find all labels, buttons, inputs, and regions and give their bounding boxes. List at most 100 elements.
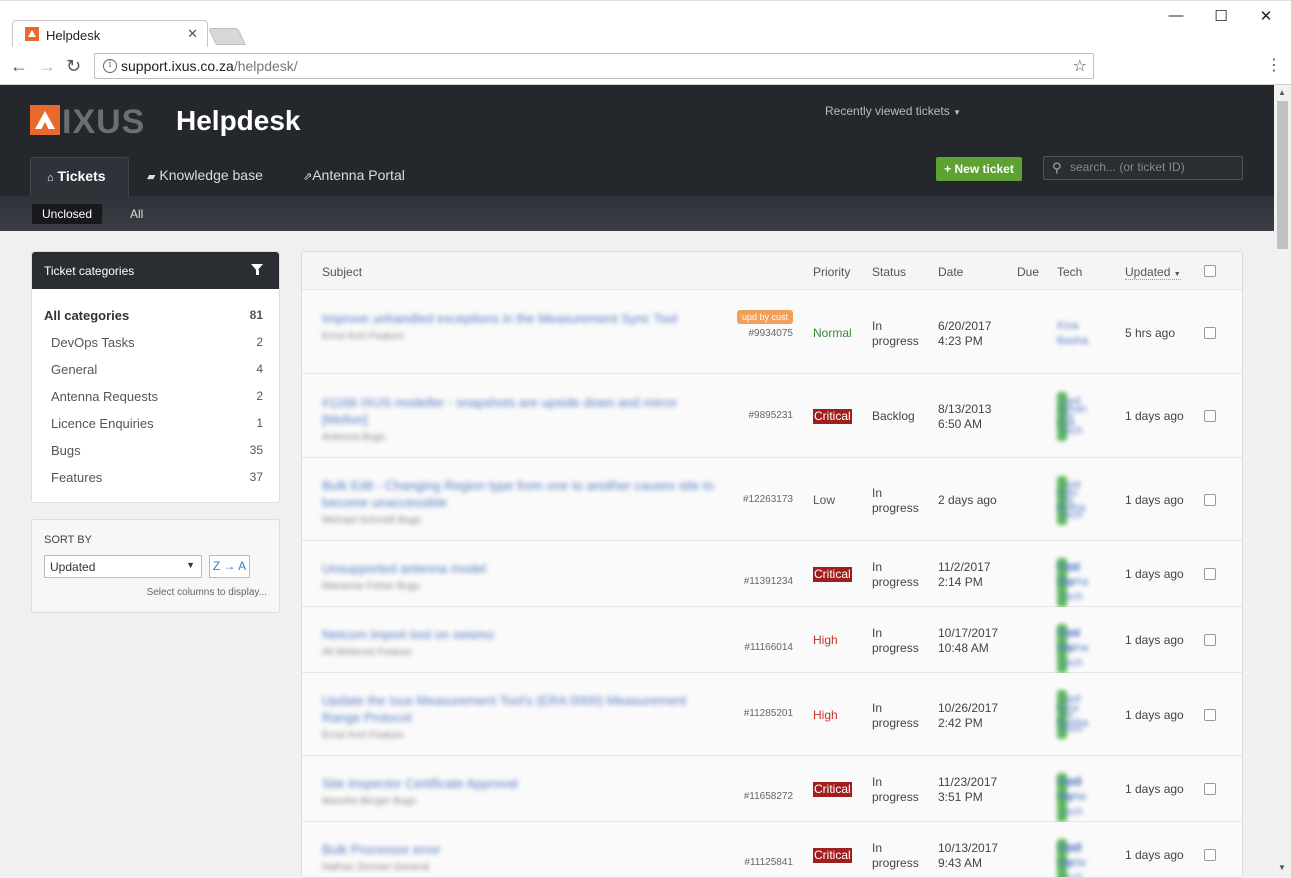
status-line: In [872, 319, 883, 333]
new-ticket-button[interactable]: + New ticket [936, 157, 1022, 181]
category-all[interactable]: All categories 81 [32, 303, 279, 330]
category-features[interactable]: Features 37 [32, 465, 279, 492]
ticket-subject[interactable]: Update the Ixus Measurement Tool's (ERA … [322, 692, 722, 744]
page-scrollbar[interactable]: ▲ ▼ [1274, 85, 1291, 878]
tech-first: Kiva [1057, 561, 1079, 573]
status-line: Backlog [872, 409, 915, 423]
ticket-status: In progress [872, 841, 919, 871]
sort-by-select[interactable]: Updated ▼ [44, 555, 202, 578]
column-priority[interactable]: Priority [813, 265, 850, 279]
tab-tickets[interactable]: ⌂ Tickets [30, 157, 129, 196]
ticket-subject[interactable]: Site Inspector Certificate Approval Moesh… [322, 775, 722, 810]
scroll-down-arrow-icon[interactable]: ▼ [1278, 863, 1286, 872]
category-count: 37 [249, 470, 263, 484]
time-line: 6:50 AM [938, 417, 983, 431]
filter-unclosed[interactable]: Unclosed [32, 204, 103, 224]
ticket-id: #9895231 [748, 410, 794, 421]
status-line: progress [872, 641, 919, 655]
bookmark-star-icon[interactable]: ☆ [1073, 56, 1087, 76]
row-checkbox[interactable] [1204, 327, 1216, 339]
ticket-tech[interactable]: Kiva Basha [1057, 701, 1088, 731]
row-checkbox[interactable] [1204, 410, 1216, 422]
close-tab-icon[interactable]: ✕ [187, 26, 198, 42]
tab-antenna-portal[interactable]: ⇗Antenna Portal [287, 157, 421, 196]
ticket-tech[interactable]: Johan Fell [1057, 402, 1087, 432]
filter-all[interactable]: All [120, 204, 153, 224]
tech-last: Basha [1057, 335, 1089, 347]
browser-menu-icon[interactable]: ⋮ [1266, 55, 1282, 75]
ticket-tech[interactable]: Heidi Hertie [1057, 841, 1086, 871]
sort-order-button[interactable]: Z → A [209, 555, 250, 578]
category-label: Features [51, 470, 103, 485]
table-row[interactable]: Improve unhandled exceptions in the Meas… [302, 290, 1242, 374]
category-antenna-requests[interactable]: Antenna Requests 2 [32, 384, 279, 411]
ticket-subject[interactable]: #1166 IXUS modeller - snapshots are upsi… [322, 394, 722, 446]
row-checkbox[interactable] [1204, 783, 1216, 795]
table-row[interactable]: Bulk Processor error Nathan Zimmer Genera… [302, 822, 1242, 877]
reload-icon[interactable]: ↻ [66, 56, 81, 77]
ticket-tech[interactable]: Ivan Botha [1057, 486, 1086, 516]
ticket-date: 11/2/2017 2:14 PM [938, 560, 991, 590]
new-tab-button[interactable] [208, 28, 246, 45]
ticket-tech[interactable]: Kiva Basha [1057, 319, 1088, 349]
category-devops-tasks[interactable]: DevOps Tasks 2 [32, 330, 279, 357]
scrollbar-thumb[interactable] [1277, 101, 1288, 249]
ticket-tech[interactable]: Kiva Basha [1057, 560, 1088, 590]
table-row[interactable]: Unsupported antenna model Marianne Fisher… [302, 541, 1242, 607]
column-tech[interactable]: Tech [1057, 265, 1082, 279]
row-checkbox[interactable] [1204, 709, 1216, 721]
ticket-subject[interactable]: Unsupported antenna model Marianne Fisher… [322, 560, 722, 595]
ticket-subject[interactable]: Bulk Processor error Nathan Zimmer Genera… [322, 841, 722, 876]
ticket-subject[interactable]: Netcom import tool on seismo Ali Wisbrost… [322, 626, 722, 661]
column-updated[interactable]: Updated ▼ [1125, 265, 1181, 280]
ticket-subject[interactable]: Improve unhandled exceptions in the Meas… [322, 310, 722, 345]
info-icon[interactable]: i [103, 59, 117, 73]
maximize-icon[interactable]: ☐ [1211, 7, 1231, 25]
select-all-checkbox[interactable] [1204, 265, 1216, 277]
category-list: All categories 81 DevOps Tasks 2 General 4 … [32, 289, 279, 502]
table-row[interactable]: Netcom import tool on seismo Ali Wisbrost… [302, 607, 1242, 673]
tab-knowledge-base[interactable]: ▰ Knowledge base [131, 157, 279, 196]
table-row[interactable]: Site Inspector Certificate Approval Moesh… [302, 756, 1242, 822]
category-label: Antenna Requests [51, 389, 158, 404]
time-line: 2:14 PM [938, 575, 983, 589]
row-checkbox[interactable] [1204, 568, 1216, 580]
back-arrow-icon[interactable]: ← [10, 56, 28, 77]
sort-by-label: SORT BY [44, 534, 92, 546]
ticket-tech[interactable]: Kiva Basha [1057, 626, 1088, 656]
column-status[interactable]: Status [872, 265, 906, 279]
row-checkbox[interactable] [1204, 849, 1216, 861]
status-line: progress [872, 575, 919, 589]
date-line: 8/13/2013 [938, 402, 992, 416]
tech-first: Kiva [1057, 320, 1079, 332]
ticket-date: 2 days ago [938, 493, 997, 508]
window-close-icon[interactable]: ✕ [1256, 7, 1276, 25]
column-date[interactable]: Date [938, 265, 963, 279]
table-row[interactable]: Update the Ixus Measurement Tool's (ERA … [302, 673, 1242, 756]
table-row[interactable]: Bulk Edit - Changing Region type from on… [302, 458, 1242, 541]
filter-icon[interactable] [251, 264, 263, 275]
ticket-subject[interactable]: Bulk Edit - Changing Region type from on… [322, 477, 722, 529]
time-line: 10:48 AM [938, 641, 989, 655]
row-checkbox[interactable] [1204, 494, 1216, 506]
column-due[interactable]: Due [1017, 265, 1039, 279]
ticket-meta: Antenna Bugs [322, 432, 385, 443]
browser-tab[interactable]: Helpdesk ✕ [12, 20, 208, 48]
forward-arrow-icon[interactable]: → [38, 56, 56, 77]
ticket-meta: Marianne Fisher Bugs [322, 581, 420, 592]
url-input[interactable]: i support.ixus.co.za/helpdesk/ ☆ [94, 53, 1094, 79]
minimize-icon[interactable]: — [1166, 7, 1186, 24]
category-licence-enquiries[interactable]: Licence Enquiries 1 [32, 411, 279, 438]
row-checkbox[interactable] [1204, 634, 1216, 646]
table-row[interactable]: #1166 IXUS modeller - snapshots are upsi… [302, 374, 1242, 458]
recently-viewed-dropdown[interactable]: Recently viewed tickets ▼ [825, 104, 961, 118]
scroll-up-arrow-icon[interactable]: ▲ [1278, 88, 1286, 97]
select-columns-link[interactable]: Select columns to display... [147, 587, 267, 598]
category-general[interactable]: General 4 [32, 357, 279, 384]
ticket-tech[interactable]: Heidi Hertie [1057, 775, 1086, 805]
tech-first: Heidi [1057, 842, 1083, 854]
category-bugs[interactable]: Bugs 35 [32, 438, 279, 465]
status-line: In [872, 841, 883, 855]
column-subject[interactable]: Subject [322, 265, 362, 279]
search-input[interactable] [1070, 160, 1240, 174]
